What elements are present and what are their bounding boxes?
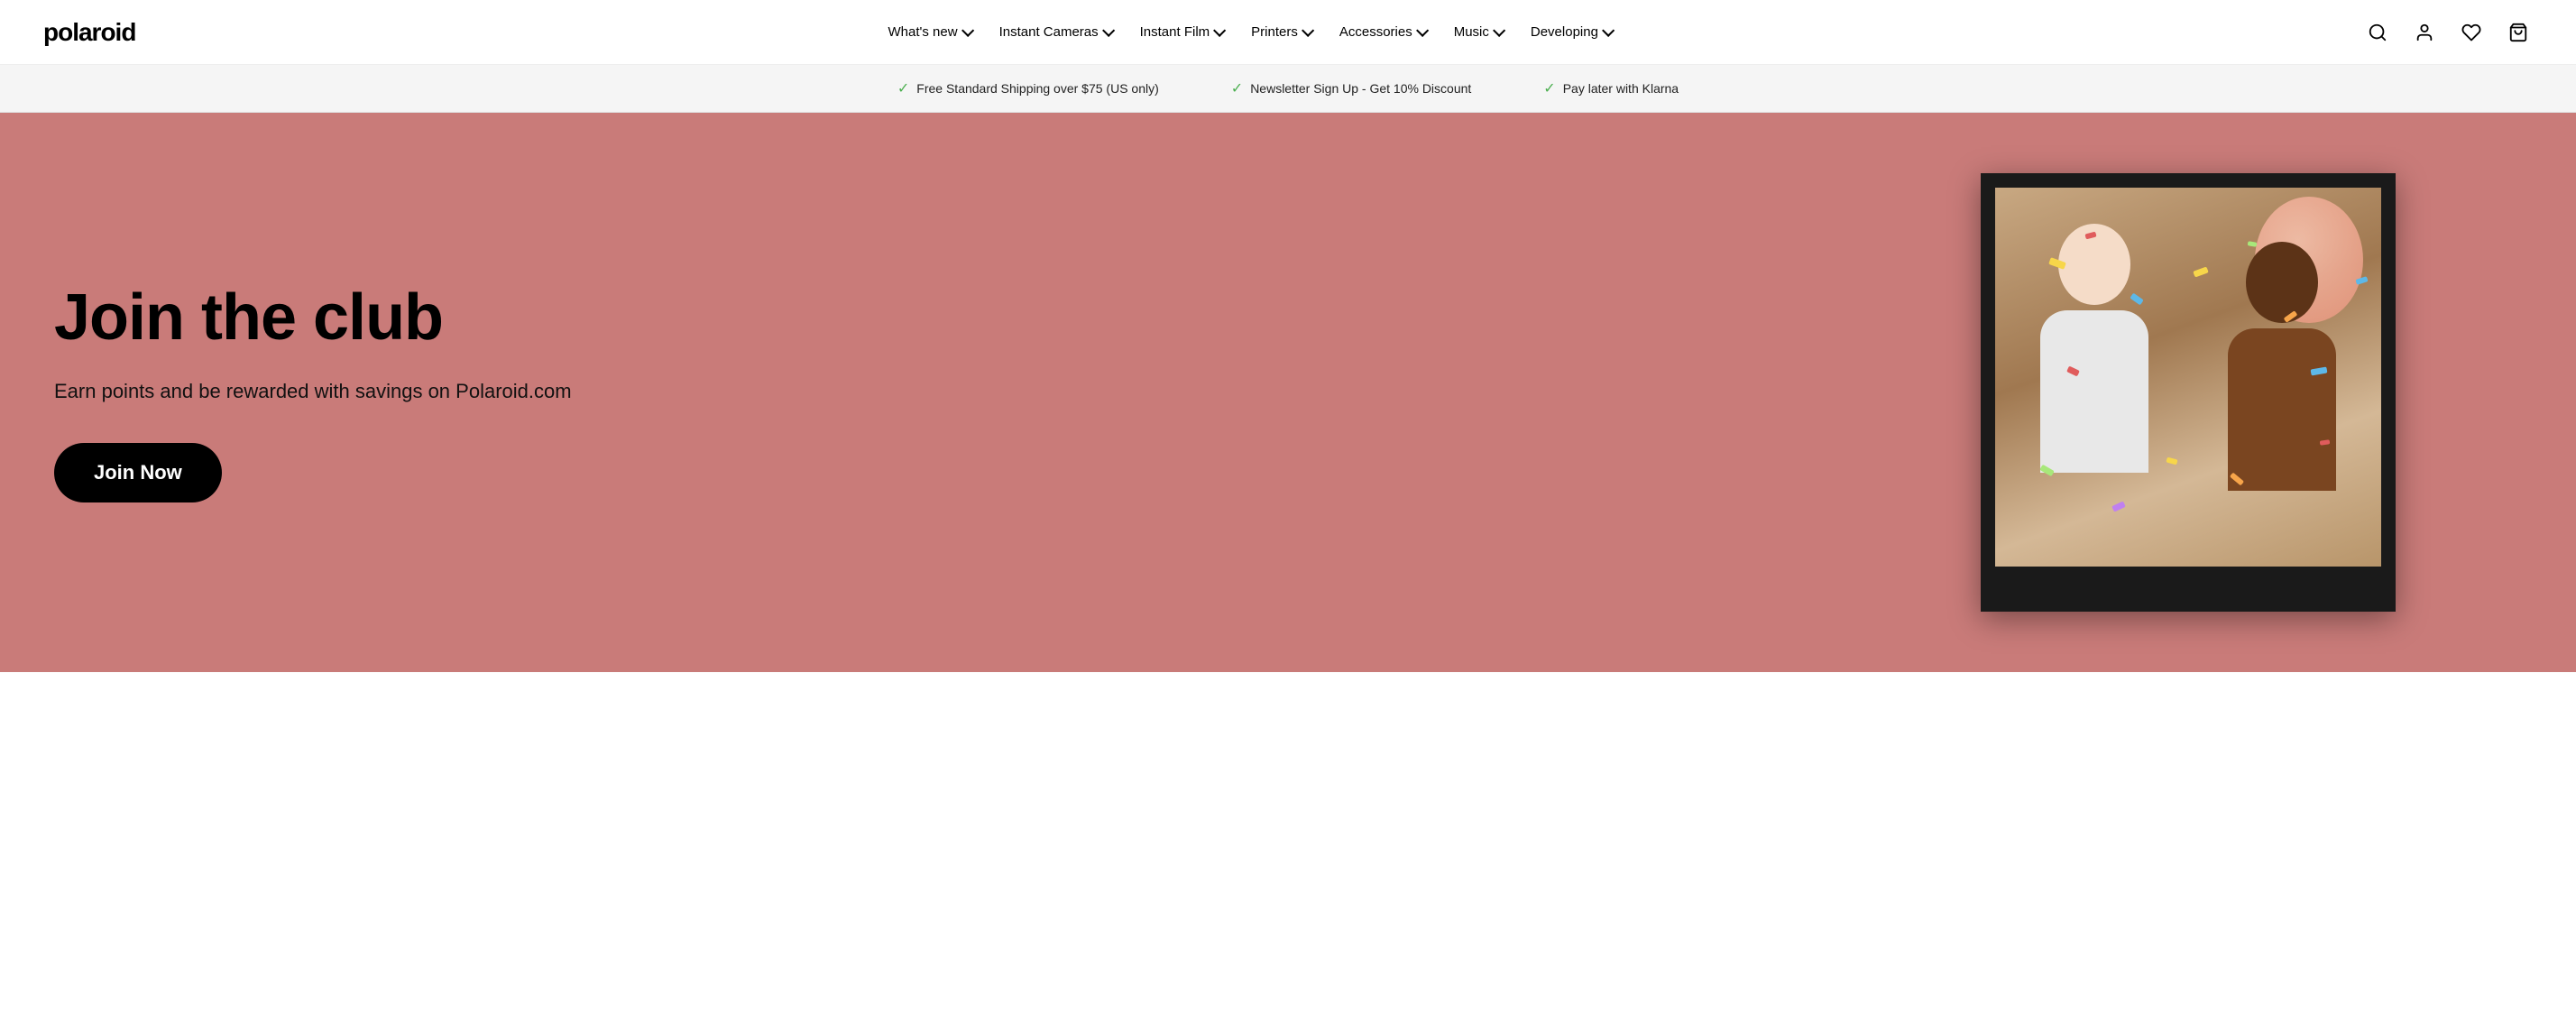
search-icon[interactable] — [2363, 18, 2392, 47]
polaroid-photo — [1995, 188, 2381, 567]
hero-content: Join the club Earn points and be rewarde… — [0, 282, 1417, 502]
hero-image — [1981, 173, 2396, 612]
check-icon: ✓ — [1543, 79, 1555, 97]
join-now-button[interactable]: Join Now — [54, 443, 222, 502]
chevron-down-icon — [1416, 23, 1429, 36]
hero-title: Join the club — [54, 282, 1363, 354]
nav-links: What's new Instant Cameras Instant Film … — [878, 17, 1622, 47]
chevron-down-icon — [1493, 23, 1505, 36]
confetti — [1995, 188, 2381, 567]
hero-section: Join the club Earn points and be rewarde… — [0, 113, 2576, 672]
nav-item-developing[interactable]: Developing — [1520, 17, 1622, 47]
promo-item-shipping: ✓ Free Standard Shipping over $75 (US on… — [897, 79, 1159, 97]
chevron-down-icon — [1102, 23, 1115, 36]
nav-item-instant-film[interactable]: Instant Film — [1129, 17, 1234, 47]
nav-item-music[interactable]: Music — [1443, 17, 1513, 47]
chevron-down-icon — [961, 23, 974, 36]
navbar: polaroid What's new Instant Cameras Inst… — [0, 0, 2576, 65]
polaroid-frame — [1981, 173, 2396, 612]
check-icon: ✓ — [897, 79, 909, 97]
promo-banner: ✓ Free Standard Shipping over $75 (US on… — [0, 65, 2576, 113]
nav-item-whats-new[interactable]: What's new — [878, 17, 981, 47]
promo-item-newsletter: ✓ Newsletter Sign Up - Get 10% Discount — [1231, 79, 1472, 97]
promo-item-klarna: ✓ Pay later with Klarna — [1543, 79, 1679, 97]
chevron-down-icon — [1602, 23, 1615, 36]
account-icon[interactable] — [2410, 18, 2439, 47]
nav-item-accessories[interactable]: Accessories — [1329, 17, 1436, 47]
hero-subtitle: Earn points and be rewarded with savings… — [54, 380, 1363, 403]
nav-icons — [2363, 18, 2533, 47]
chevron-down-icon — [1302, 23, 1314, 36]
nav-item-printers[interactable]: Printers — [1240, 17, 1321, 47]
logo[interactable]: polaroid — [43, 18, 135, 47]
nav-item-instant-cameras[interactable]: Instant Cameras — [989, 17, 1122, 47]
check-icon: ✓ — [1231, 79, 1243, 97]
chevron-down-icon — [1213, 23, 1226, 36]
cart-icon[interactable] — [2504, 18, 2533, 47]
wishlist-icon[interactable] — [2457, 18, 2486, 47]
